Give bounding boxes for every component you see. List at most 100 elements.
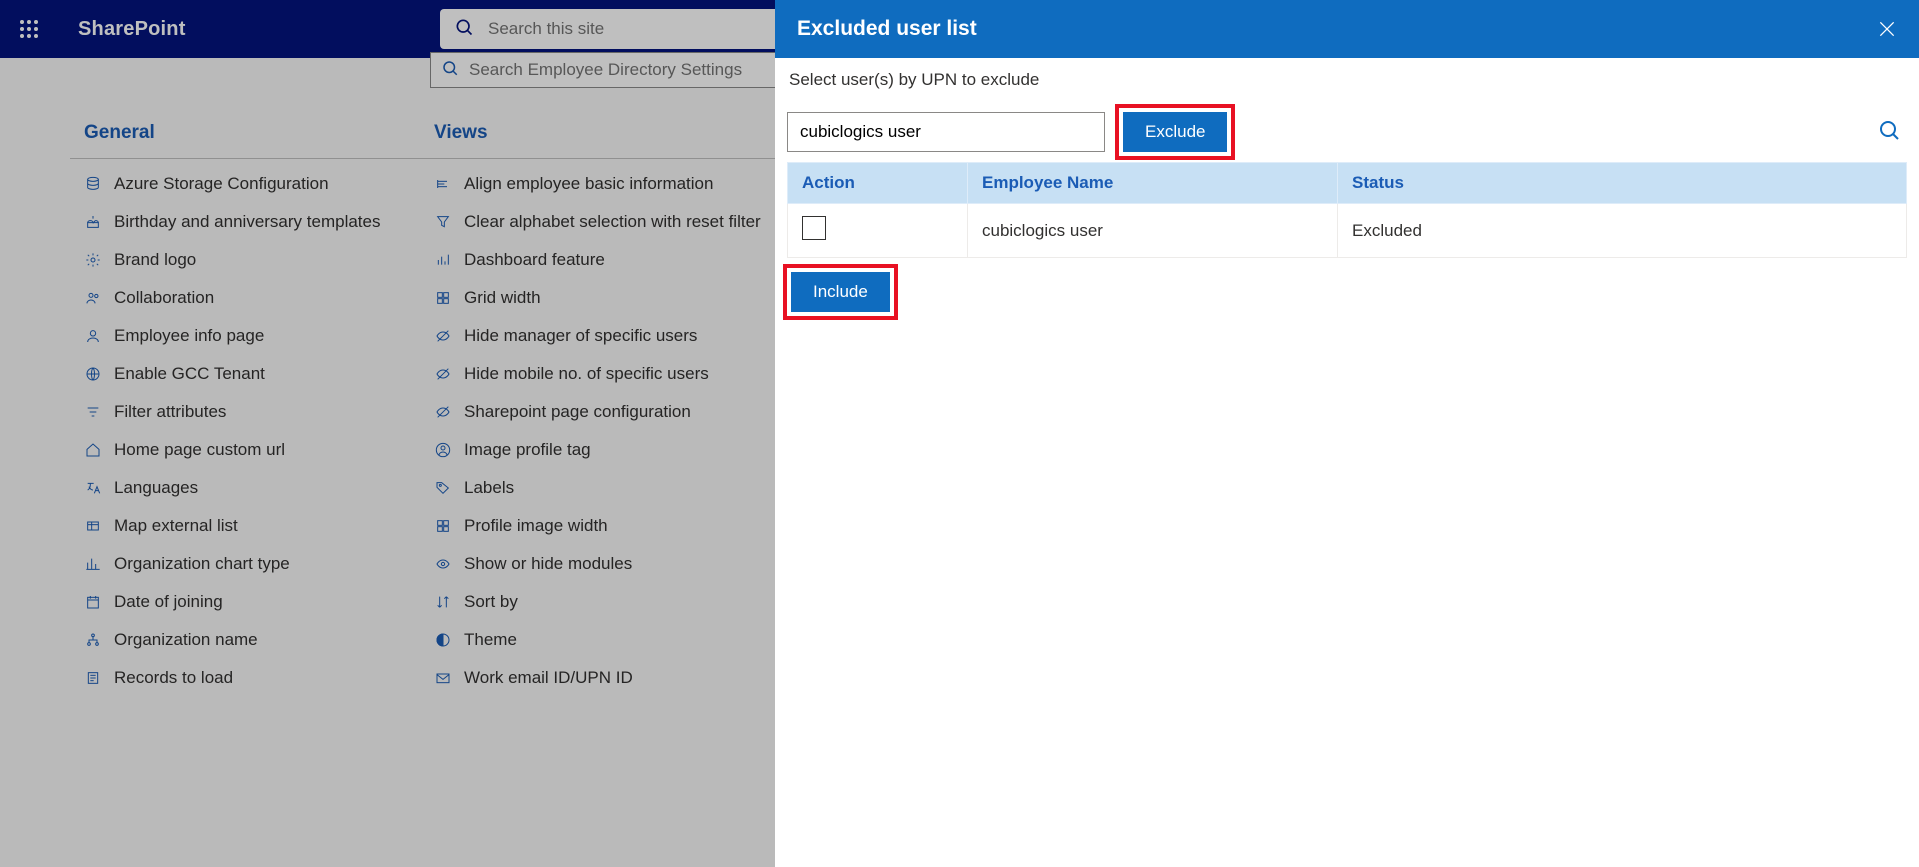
settings-item[interactable]: Azure Storage Configuration — [70, 165, 420, 203]
settings-item-label: Align employee basic information — [464, 174, 713, 194]
eye-icon — [434, 555, 452, 573]
theme-icon — [434, 631, 452, 649]
settings-item-label: Organization chart type — [114, 554, 290, 574]
settings-item-label: Collaboration — [114, 288, 214, 308]
settings-item[interactable]: Languages — [70, 469, 420, 507]
settings-item-label: Brand logo — [114, 250, 196, 270]
include-highlight: Include — [783, 264, 898, 320]
settings-item-label: Hide manager of specific users — [464, 326, 697, 346]
app-launcher-icon[interactable] — [14, 14, 44, 44]
settings-item[interactable]: Theme — [420, 621, 800, 659]
home-icon — [84, 441, 102, 459]
people-icon — [84, 289, 102, 307]
settings-item-label: Clear alphabet selection with reset filt… — [464, 212, 761, 232]
settings-item[interactable]: Sort by — [420, 583, 800, 621]
settings-item-label: Labels — [464, 478, 514, 498]
close-icon[interactable] — [1877, 19, 1897, 39]
settings-item[interactable]: Employee info page — [70, 317, 420, 355]
chart-icon — [84, 555, 102, 573]
cake-icon — [84, 213, 102, 231]
settings-item-label: Sort by — [464, 592, 518, 612]
settings-item-label: Azure Storage Configuration — [114, 174, 329, 194]
settings-columns: General Azure Storage Configuration Birth… — [70, 110, 800, 697]
cell-status: Excluded — [1338, 204, 1907, 258]
settings-item[interactable]: Organization chart type — [70, 545, 420, 583]
settings-item[interactable]: Brand logo — [70, 241, 420, 279]
settings-item[interactable]: Image profile tag — [420, 431, 800, 469]
settings-item[interactable]: Date of joining — [70, 583, 420, 621]
brand-label[interactable]: SharePoint — [78, 18, 186, 41]
calendar-icon — [84, 593, 102, 611]
panel-title: Excluded user list — [797, 17, 977, 41]
settings-item[interactable]: Filter attributes — [70, 393, 420, 431]
exclude-button[interactable]: Exclude — [1123, 112, 1227, 152]
settings-item[interactable]: Sharepoint page configuration — [420, 393, 800, 431]
org-tree-icon — [84, 631, 102, 649]
settings-item[interactable]: Show or hide modules — [420, 545, 800, 583]
settings-item[interactable]: Align employee basic information — [420, 165, 800, 203]
settings-item-label: Employee info page — [114, 326, 264, 346]
profile-icon — [434, 441, 452, 459]
hide-icon — [434, 327, 452, 345]
settings-item[interactable]: Records to load — [70, 659, 420, 697]
include-button[interactable]: Include — [791, 272, 890, 312]
settings-item[interactable]: Grid width — [420, 279, 800, 317]
grid-icon — [434, 517, 452, 535]
settings-item[interactable]: Work email ID/UPN ID — [420, 659, 800, 697]
search-icon[interactable] — [1877, 118, 1901, 147]
settings-item-label: Show or hide modules — [464, 554, 632, 574]
settings-item[interactable]: Clear alphabet selection with reset filt… — [420, 203, 800, 241]
map-icon — [84, 517, 102, 535]
settings-item[interactable]: Home page custom url — [70, 431, 420, 469]
th-name: Employee Name — [968, 163, 1338, 204]
column-views: Views Align employee basic information Cl… — [420, 110, 800, 697]
settings-item[interactable]: Collaboration — [70, 279, 420, 317]
settings-item[interactable]: Enable GCC Tenant — [70, 355, 420, 393]
search-icon — [454, 17, 474, 42]
th-status: Status — [1338, 163, 1907, 204]
column-header-general: General — [70, 110, 420, 159]
settings-item-label: Enable GCC Tenant — [114, 364, 265, 384]
settings-item-label: Filter attributes — [114, 402, 226, 422]
settings-item[interactable]: Hide manager of specific users — [420, 317, 800, 355]
settings-item[interactable]: Hide mobile no. of specific users — [420, 355, 800, 393]
settings-item-label: Birthday and anniversary templates — [114, 212, 380, 232]
upn-input[interactable] — [787, 112, 1105, 152]
row-checkbox[interactable] — [802, 216, 826, 240]
settings-item[interactable]: Profile image width — [420, 507, 800, 545]
search-icon — [441, 59, 459, 82]
settings-item-label: Home page custom url — [114, 440, 285, 460]
align-icon — [434, 175, 452, 193]
settings-item[interactable]: Organization name — [70, 621, 420, 659]
settings-item[interactable]: Dashboard feature — [420, 241, 800, 279]
panel-instruction: Select user(s) by UPN to exclude — [787, 70, 1907, 90]
settings-item[interactable]: Birthday and anniversary templates — [70, 203, 420, 241]
column-header-views: Views — [420, 110, 800, 159]
settings-item-label: Theme — [464, 630, 517, 650]
settings-item-label: Profile image width — [464, 516, 608, 536]
person-icon — [84, 327, 102, 345]
tag-icon — [434, 479, 452, 497]
table-row: cubiclogics userExcluded — [788, 204, 1907, 258]
dashboard-icon — [434, 251, 452, 269]
settings-item-label: Organization name — [114, 630, 258, 650]
settings-item-label: Records to load — [114, 668, 233, 688]
settings-item-label: Dashboard feature — [464, 250, 605, 270]
settings-item[interactable]: Labels — [420, 469, 800, 507]
excluded-table: Action Employee Name Status cubiclogics … — [787, 162, 1907, 258]
mail-icon — [434, 669, 452, 687]
language-icon — [84, 479, 102, 497]
settings-item-label: Date of joining — [114, 592, 223, 612]
filter-icon — [84, 403, 102, 421]
records-icon — [84, 669, 102, 687]
settings-item-label: Languages — [114, 478, 198, 498]
grid-icon — [434, 289, 452, 307]
column-general: General Azure Storage Configuration Birth… — [70, 110, 420, 697]
settings-item-label: Grid width — [464, 288, 541, 308]
globe-icon — [84, 365, 102, 383]
hide-icon — [434, 365, 452, 383]
settings-item[interactable]: Map external list — [70, 507, 420, 545]
excluded-user-panel: Excluded user list Select user(s) by UPN… — [775, 0, 1919, 867]
gear-icon — [84, 251, 102, 269]
funnel-icon — [434, 213, 452, 231]
